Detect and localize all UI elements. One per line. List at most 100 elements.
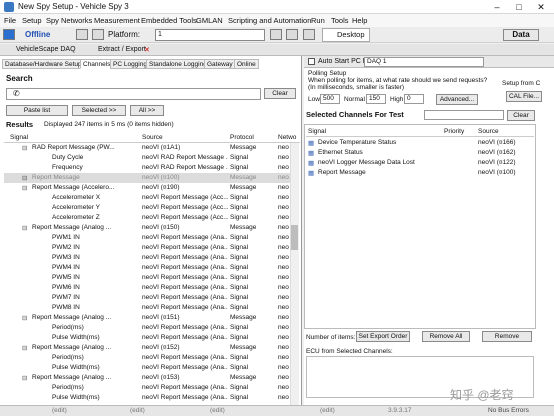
table-row[interactable]: Accelerometer X neoVI Report Message (Acc…	[4, 193, 290, 203]
sel-col-signal[interactable]: Signal	[308, 128, 326, 135]
sel-col-priority[interactable]: Priority	[444, 128, 464, 135]
expand-icon[interactable]: ⊟	[22, 314, 27, 322]
table-row[interactable]: ⊟ RAD Report Message (PW... neoVI (¤1A1) Me…	[4, 143, 290, 153]
col-source[interactable]: Source	[142, 134, 163, 141]
table-row[interactable]: Period(ms) neoVI Report Message (Ana... Si…	[4, 353, 290, 363]
platform-select[interactable]: 1	[155, 29, 265, 41]
tab-extract-export[interactable]: Extract / Export	[98, 46, 146, 53]
menu-tools[interactable]: Tools	[331, 16, 349, 25]
menu-measurement[interactable]: Measurement	[94, 16, 140, 25]
sel-col-source[interactable]: Source	[478, 128, 499, 135]
table-row[interactable]: PWM5 IN neoVI Report Message (Ana... Signa…	[4, 273, 290, 283]
menu-help[interactable]: Help	[352, 16, 367, 25]
selected-row[interactable]: ▦ Ethernet Status neoVI (¤162)	[306, 148, 534, 158]
expand-icon[interactable]: ⊟	[22, 374, 27, 382]
tab-vehiclescape-daq[interactable]: VehicleScape DAQ	[16, 46, 76, 53]
tab-pc-logging[interactable]: PC Logging	[110, 59, 150, 69]
tab-standalone-logging[interactable]: Standalone Logging	[146, 59, 210, 69]
table-row[interactable]: PWM1 IN neoVI Report Message (Ana... Signa…	[4, 233, 290, 243]
status-edit-1[interactable]: (edit)	[52, 407, 67, 414]
paste-list-button[interactable]: Paste list	[6, 105, 68, 116]
maximize-button[interactable]: □	[508, 0, 530, 14]
data-button[interactable]: Data	[503, 29, 539, 41]
autostart-checkbox[interactable]	[308, 58, 315, 65]
set-export-order-button[interactable]: Set Export Order	[356, 331, 410, 342]
table-row[interactable]: ⊟ Report Message neoVI (¤100) Message neo	[4, 173, 290, 183]
save-icon[interactable]	[92, 29, 104, 40]
expand-icon[interactable]: ⊟	[22, 224, 27, 232]
menu-setup[interactable]: Setup	[22, 16, 42, 25]
offline-status[interactable]: Offline	[25, 30, 50, 39]
selected-clear-button[interactable]: Clear	[507, 110, 535, 121]
table-row[interactable]: ⊟ Report Message (Accelero... neoVI (¤190)…	[4, 183, 290, 193]
tab-channels[interactable]: Channels	[80, 59, 114, 69]
tab-online[interactable]: Online	[234, 59, 259, 69]
menu-gmlan[interactable]: GMLAN	[196, 16, 223, 25]
add-icon[interactable]	[270, 29, 282, 40]
expand-icon[interactable]: ⊟	[22, 144, 27, 152]
col-network[interactable]: Netwo	[278, 134, 296, 141]
table-row[interactable]: PWM3 IN neoVI Report Message (Ana... Signa…	[4, 253, 290, 263]
table-row[interactable]: Accelerometer Y neoVI Report Message (Acc…	[4, 203, 290, 213]
tab-desktop-1[interactable]: Desktop 1	[322, 28, 370, 51]
col-protocol[interactable]: Protocol	[230, 134, 254, 141]
table-row[interactable]: Pulse Width(ms) neoVI Report Message (Ana…	[4, 363, 290, 373]
selected-filter-input[interactable]	[424, 110, 504, 120]
table-row[interactable]: Frequency neoVI RAD Report Message ... Sig…	[4, 163, 290, 173]
daq-select[interactable]: DAQ 1	[364, 57, 484, 67]
menu-scripting[interactable]: Scripting and Automation	[228, 16, 311, 25]
run-icon[interactable]	[3, 29, 15, 40]
status-edit-3[interactable]: (edit)	[210, 407, 225, 414]
add-all-button[interactable]: All >>	[130, 105, 164, 116]
advanced-button[interactable]: Advanced...	[436, 94, 478, 105]
remove-button[interactable]: Remove	[482, 331, 532, 342]
table-row[interactable]: ⊟ Report Message (Analog ... neoVI (¤153) M…	[4, 373, 290, 383]
table-row[interactable]: ⊟ Report Message (Analog ... neoVI (¤152) M…	[4, 343, 290, 353]
selected-row[interactable]: ▦ Device Temperature Status neoVI (¤166)	[306, 138, 534, 148]
scroll-thumb[interactable]	[291, 225, 298, 250]
search-clear-button[interactable]: Clear	[264, 88, 296, 99]
add-selected-button[interactable]: Selected >>	[72, 105, 126, 116]
table-row[interactable]: Period(ms) neoVI Report Message (Ana... Si…	[4, 323, 290, 333]
expand-icon[interactable]: ⊟	[22, 184, 27, 192]
table-row[interactable]: ⊟ Report Message (Analog ... neoVI (¤151) M…	[4, 313, 290, 323]
status-edit-2[interactable]: (edit)	[130, 407, 145, 414]
table-row[interactable]: PWM2 IN neoVI Report Message (Ana... Signa…	[4, 243, 290, 253]
minimize-button[interactable]: –	[486, 0, 508, 14]
table-row[interactable]: Duty Cycle neoVI RAD Report Message ... Si…	[4, 153, 290, 163]
remove-icon[interactable]	[286, 29, 298, 40]
status-edit-4[interactable]: (edit)	[320, 407, 335, 414]
window-icon[interactable]	[303, 29, 315, 40]
cal-file-button[interactable]: CAL File...	[506, 91, 542, 102]
row-signal: PWM2 IN	[52, 244, 80, 251]
menu-file[interactable]: File	[4, 16, 16, 25]
table-row[interactable]: Accelerometer Z neoVI Report Message (Acc…	[4, 213, 290, 223]
tab-gateway[interactable]: Gateway	[204, 59, 236, 69]
normal-input[interactable]: 150	[366, 94, 386, 104]
high-input[interactable]: 0	[404, 94, 424, 104]
table-row[interactable]: Period(ms) neoVI Report Message (Ana... Si…	[4, 383, 290, 393]
remove-all-button[interactable]: Remove All	[422, 331, 470, 342]
menu-embedded-tools[interactable]: Embedded Tools	[141, 16, 197, 25]
table-row[interactable]: PWM7 IN neoVI Report Message (Ana... Signa…	[4, 293, 290, 303]
results-scrollbar[interactable]	[290, 143, 299, 405]
table-row[interactable]: Pulse Width(ms) neoVI Report Message (Ana…	[4, 333, 290, 343]
close-button[interactable]: ✕	[530, 0, 552, 14]
table-row[interactable]: PWM8 IN neoVI Report Message (Ana... Signa…	[4, 303, 290, 313]
table-row[interactable]: PWM6 IN neoVI Report Message (Ana... Signa…	[4, 283, 290, 293]
tab-database-hardware[interactable]: Database/Hardware Setup	[2, 59, 85, 69]
search-input[interactable]: ✆	[6, 88, 261, 100]
close-tab-icon[interactable]: ✕	[144, 46, 150, 54]
selected-row[interactable]: ▦ neoVI Logger Message Data Lost neoVI (¤1…	[306, 158, 534, 168]
col-signal[interactable]: Signal	[10, 134, 28, 141]
table-row[interactable]: ⊟ Report Message (Analog ... neoVI (¤150) M…	[4, 223, 290, 233]
selected-row[interactable]: ▦ Report Message neoVI (¤100)	[306, 168, 534, 178]
menu-run[interactable]: Run	[311, 16, 325, 25]
expand-icon[interactable]: ⊟	[22, 174, 27, 182]
expand-icon[interactable]: ⊟	[22, 344, 27, 352]
table-row[interactable]: PWM4 IN neoVI Report Message (Ana... Signa…	[4, 263, 290, 273]
table-row[interactable]: Pulse Width(ms) neoVI Report Message (Ana…	[4, 393, 290, 403]
low-input[interactable]: 500	[320, 94, 340, 104]
menu-spy-networks[interactable]: Spy Networks	[46, 16, 92, 25]
tool-icon[interactable]	[76, 29, 88, 40]
